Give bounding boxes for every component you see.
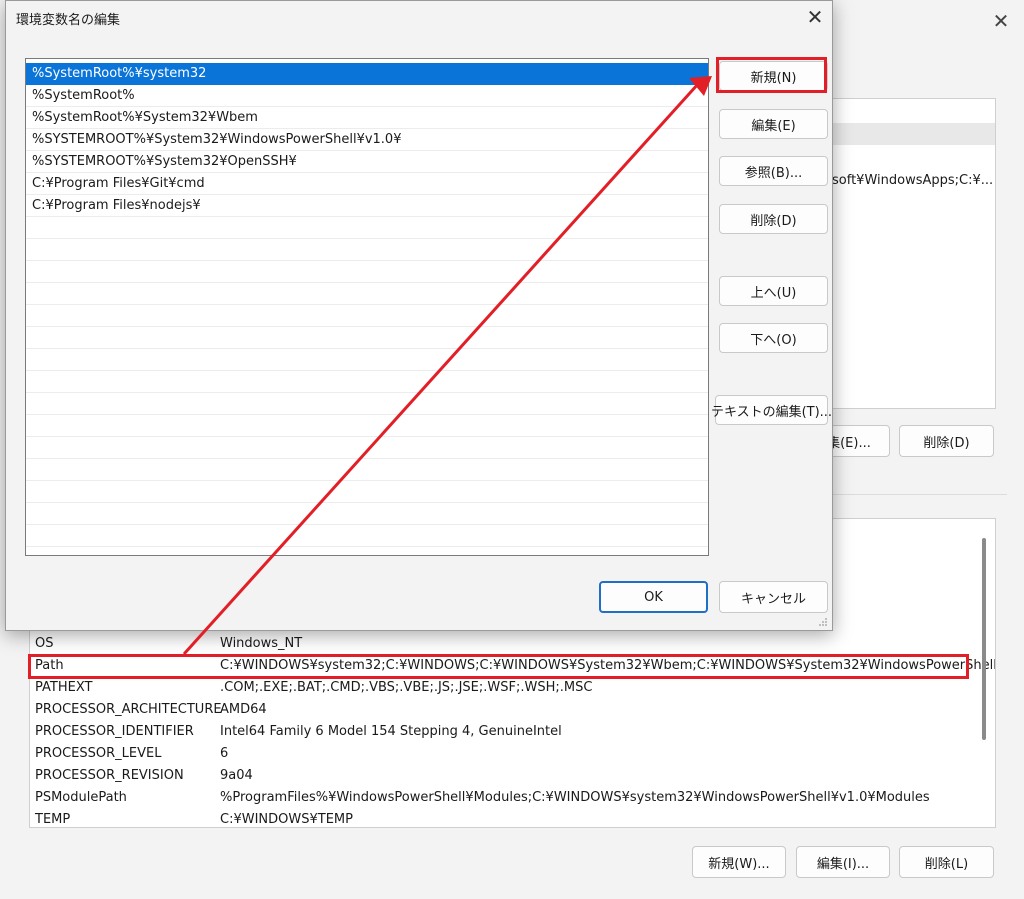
annotation-arrow-icon [182,76,712,656]
